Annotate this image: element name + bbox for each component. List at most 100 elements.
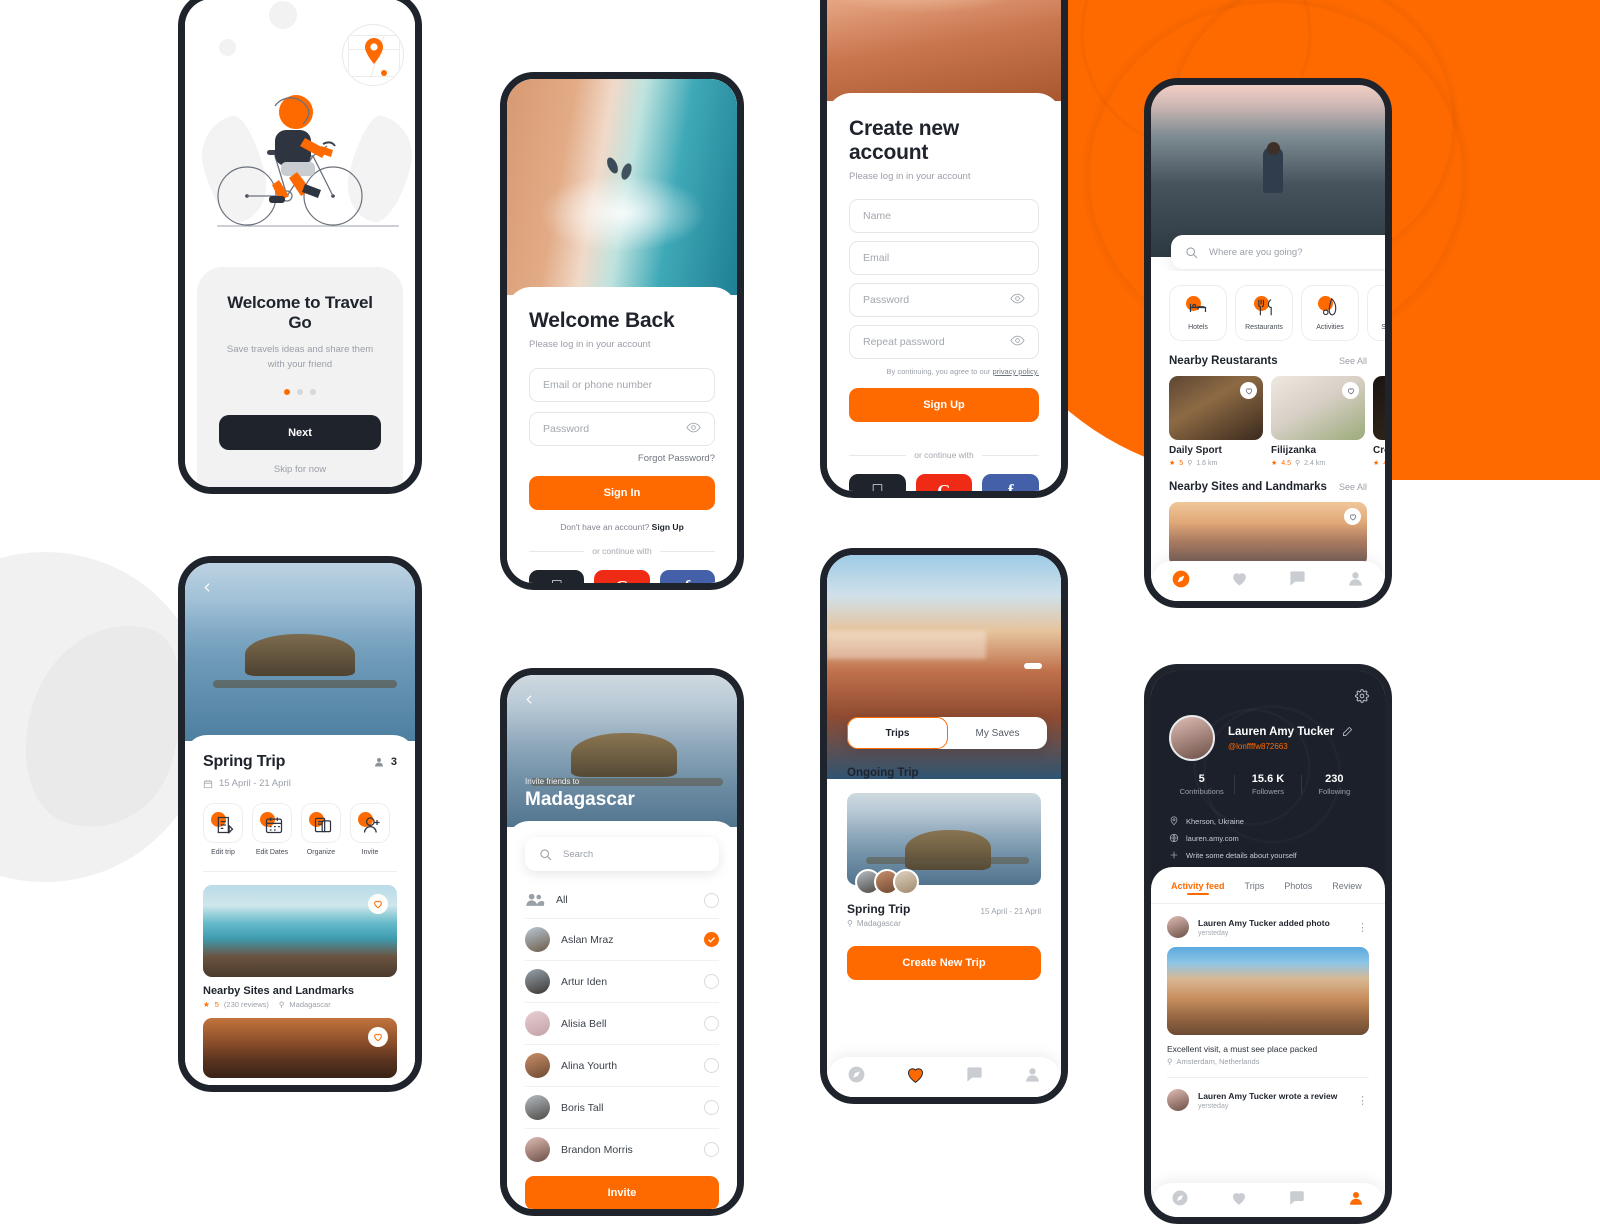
action-edit-dates[interactable]: Edit Dates xyxy=(252,803,292,856)
select-toggle[interactable] xyxy=(704,974,719,989)
landmark-card[interactable] xyxy=(1169,502,1367,566)
select-toggle[interactable] xyxy=(704,932,719,947)
toggle-password-icon[interactable] xyxy=(1010,291,1025,309)
name-field[interactable]: Name xyxy=(849,199,1039,233)
nav-profile-icon[interactable] xyxy=(1347,1189,1365,1212)
tab-trips[interactable]: Trips xyxy=(1245,881,1265,895)
profile-website-row[interactable]: lauren.amy.com xyxy=(1169,833,1297,843)
list-item[interactable]: Artur Iden xyxy=(525,961,719,1003)
toggle-password-icon[interactable] xyxy=(686,420,701,438)
page-dot-1[interactable] xyxy=(284,389,290,396)
restaurant-card[interactable]: Daily Sport ★ 5 ⚲ 1.6 km xyxy=(1169,376,1263,467)
nav-heart-icon[interactable] xyxy=(1230,1189,1248,1212)
friend-row-all[interactable]: All xyxy=(525,882,719,919)
friend-name: All xyxy=(556,894,568,906)
google-signup-button[interactable]: G xyxy=(915,474,973,491)
nav-heart-icon[interactable] xyxy=(1230,569,1249,593)
back-button[interactable] xyxy=(519,689,539,709)
select-toggle[interactable] xyxy=(704,892,719,908)
toggle-repeat-password-icon[interactable] xyxy=(1010,333,1025,351)
restaurant-card[interactable]: Filijzanka ★ 4.5 ⚲ 2.4 km xyxy=(1271,376,1365,467)
nav-compass-icon[interactable] xyxy=(1171,1189,1189,1212)
nav-chat-icon[interactable] xyxy=(1288,569,1307,593)
select-toggle[interactable] xyxy=(704,1142,719,1157)
feed-item[interactable]: Lauren Amy Tucker added photo yersteday … xyxy=(1167,904,1369,1066)
nav-compass-icon[interactable] xyxy=(847,1065,866,1089)
tab-trips[interactable]: Trips xyxy=(847,717,948,749)
nav-compass-icon[interactable] xyxy=(1171,569,1191,594)
save-heart-button[interactable] xyxy=(368,894,388,914)
tab-review[interactable]: Review xyxy=(1332,881,1362,895)
see-all-link[interactable]: See All xyxy=(1339,482,1367,492)
action-edit-trip[interactable]: Edit trip xyxy=(203,803,243,856)
distance-value: 2.4 km xyxy=(1304,459,1326,467)
check-icon xyxy=(708,937,715,943)
select-toggle[interactable] xyxy=(704,1100,719,1115)
profile-bio-row[interactable]: Write some details about yourself xyxy=(1169,850,1297,860)
nav-chat-icon[interactable] xyxy=(965,1065,984,1089)
page-dot-2[interactable] xyxy=(297,389,303,396)
list-item[interactable]: Alina Yourth xyxy=(525,1045,719,1087)
category-hotels[interactable]: Hotels xyxy=(1169,285,1227,341)
password-field[interactable]: Password xyxy=(849,283,1039,317)
google-signin-button[interactable]: G xyxy=(594,570,650,583)
list-item[interactable]: Brandon Morris xyxy=(525,1129,719,1170)
facebook-signup-button[interactable]: f xyxy=(982,474,1040,491)
settings-button[interactable] xyxy=(1355,689,1369,708)
section-title: Nearby Sites and Landmarks xyxy=(1169,481,1327,493)
pencil-icon[interactable] xyxy=(1342,726,1353,737)
see-all-link[interactable]: See All xyxy=(1339,356,1367,366)
next-button[interactable]: Next xyxy=(219,415,381,451)
restaurant-card[interactable]: Cream ★ 4 xyxy=(1373,376,1385,467)
tab-activity-feed[interactable]: Activity feed xyxy=(1171,881,1225,895)
tab-photos[interactable]: Photos xyxy=(1284,881,1312,895)
page-dot-3[interactable] xyxy=(310,389,316,396)
feed-more-button[interactable]: ⋮ xyxy=(1357,921,1369,934)
signin-button[interactable]: Sign In xyxy=(529,476,715,510)
email-field[interactable]: Email or phone number xyxy=(529,368,715,402)
search-input[interactable]: Where are you going? xyxy=(1171,235,1385,269)
nav-profile-icon[interactable] xyxy=(1346,569,1365,593)
nav-chat-icon[interactable] xyxy=(1288,1189,1306,1212)
email-field[interactable]: Email xyxy=(849,241,1039,275)
password-field[interactable]: Password xyxy=(529,412,715,446)
signup-button[interactable]: Sign Up xyxy=(849,388,1039,422)
list-item[interactable]: Alisia Bell xyxy=(525,1003,719,1045)
category-restaurants[interactable]: Restaurants xyxy=(1235,285,1293,341)
privacy-policy-link[interactable]: privacy policy. xyxy=(992,367,1039,376)
save-heart-button[interactable] xyxy=(1240,382,1257,399)
invite-button[interactable]: Invite xyxy=(525,1176,719,1209)
landmark-card[interactable]: Nearby Sites and Landmarks ★ 5 (230 revi… xyxy=(203,885,397,1009)
search-input[interactable]: Search xyxy=(525,837,719,871)
invite-screen: Invite friends to Madagascar Search All … xyxy=(500,668,744,1216)
category-shopping[interactable]: Shopping xyxy=(1367,285,1385,341)
select-toggle[interactable] xyxy=(704,1058,719,1073)
landmark-card-2[interactable] xyxy=(203,1018,397,1078)
nav-profile-icon[interactable] xyxy=(1023,1065,1042,1089)
facebook-signin-button[interactable]: f xyxy=(659,570,715,583)
forgot-password-link[interactable]: Forgot Password? xyxy=(529,453,715,464)
action-invite[interactable]: Invite xyxy=(350,803,390,856)
nav-heart-icon[interactable] xyxy=(905,1064,926,1090)
apple-signup-button[interactable]:  xyxy=(849,474,906,491)
action-organize[interactable]: Organize xyxy=(301,803,341,856)
restaurant-card-list[interactable]: Daily Sport ★ 5 ⚲ 1.6 km Filijzanka ★ 4.… xyxy=(1169,376,1385,467)
list-item[interactable]: Aslan Mraz xyxy=(525,919,719,961)
save-heart-button[interactable] xyxy=(368,1027,388,1047)
apple-signin-button[interactable]:  xyxy=(529,570,585,583)
trip-card[interactable]: Spring Trip 15 April - 21 April ⚲ Madaga… xyxy=(847,779,1041,928)
restaurant-image xyxy=(1271,376,1365,440)
tab-my-saves[interactable]: My Saves xyxy=(948,717,1047,749)
save-heart-button[interactable] xyxy=(1342,382,1359,399)
back-button[interactable] xyxy=(197,577,217,597)
skip-link[interactable]: Skip for now xyxy=(219,464,381,475)
save-heart-button[interactable] xyxy=(1344,508,1361,525)
feed-item[interactable]: Lauren Amy Tucker wrote a review yersted… xyxy=(1167,1078,1369,1111)
create-new-trip-button[interactable]: Create New Trip xyxy=(847,946,1041,980)
select-toggle[interactable] xyxy=(704,1016,719,1031)
list-item[interactable]: Boris Tall xyxy=(525,1087,719,1129)
repeat-password-field[interactable]: Repeat password xyxy=(849,325,1039,359)
feed-more-button[interactable]: ⋮ xyxy=(1357,1094,1369,1107)
signup-link[interactable]: Sign Up xyxy=(652,522,684,532)
category-activities[interactable]: Activities xyxy=(1301,285,1359,341)
